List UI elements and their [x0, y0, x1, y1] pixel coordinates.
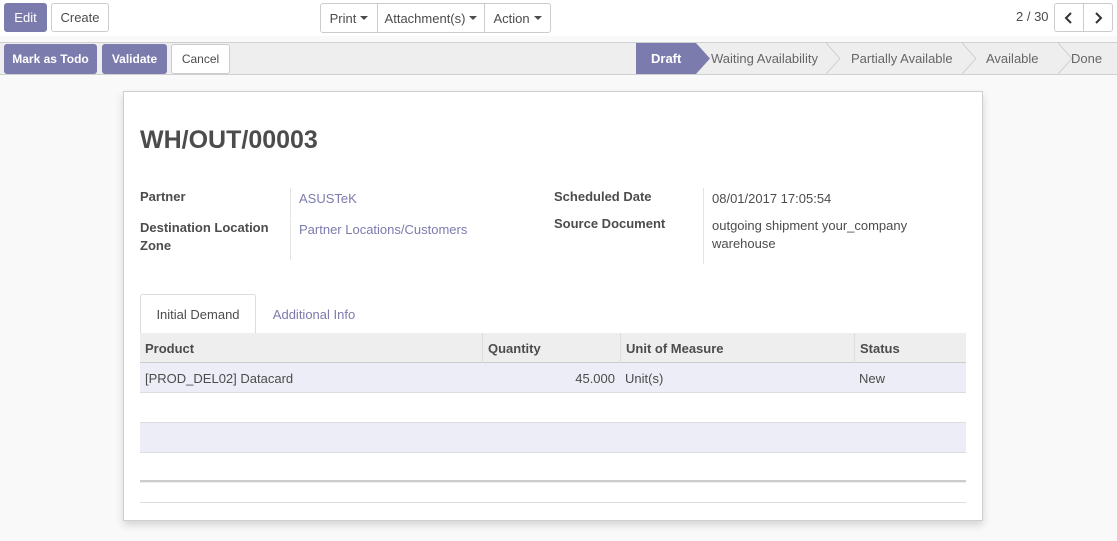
action-dropdown[interactable]: Action — [485, 4, 550, 32]
cell-status: New — [859, 370, 886, 386]
record-title: WH/OUT/00003 — [140, 126, 318, 154]
cancel-button[interactable]: Cancel — [171, 44, 230, 74]
column-header-product[interactable]: Product — [140, 333, 482, 363]
source-document-line1: outgoing shipment your_company — [712, 218, 908, 233]
source-document-value[interactable]: outgoing shipment your_company warehouse — [712, 217, 907, 253]
partner-label: Partner — [140, 189, 186, 204]
source-document-label: Source Document — [554, 216, 666, 231]
action-label: Action — [493, 10, 530, 26]
cell-quantity: 45.000 — [575, 370, 615, 386]
pager-value[interactable]: 2 / 30 — [1016, 9, 1049, 24]
scheduled-date-label: Scheduled Date — [554, 189, 652, 204]
destination-location-label-line1: Destination Location — [140, 220, 269, 235]
edit-button[interactable]: Edit — [4, 3, 47, 32]
mark-as-todo-button[interactable]: Mark as Todo — [4, 44, 97, 74]
tab-additional-info[interactable]: Additional Info — [260, 294, 368, 334]
sidebar-button-group: Print Attachment(s) Action — [320, 3, 551, 33]
stage-partially-available[interactable]: Partially Available — [851, 43, 966, 74]
field-divider — [703, 215, 704, 264]
column-header-unit-of-measure[interactable]: Unit of Measure — [620, 333, 854, 363]
table-row-empty — [140, 393, 966, 423]
destination-location-label: Destination Location Zone — [140, 219, 280, 255]
caret-down-icon — [360, 16, 369, 20]
field-divider — [290, 219, 291, 260]
column-header-quantity[interactable]: Quantity — [482, 333, 620, 363]
validate-button[interactable]: Validate — [102, 44, 167, 74]
stage-draft: Draft — [636, 43, 696, 74]
stage-available[interactable]: Available — [986, 43, 1056, 74]
form-statusbar: Mark as Todo Validate Cancel Draft Waiti… — [0, 42, 1117, 75]
print-label: Print — [329, 10, 357, 26]
control-panel: Edit Create Print Attachment(s) Action 2… — [0, 0, 1117, 36]
stage-arrow-icon — [826, 43, 840, 74]
stage-arrow-icon — [1058, 43, 1072, 74]
tab-initial-demand[interactable]: Initial Demand — [140, 294, 256, 334]
table-row-empty — [140, 453, 966, 483]
caret-down-icon — [469, 16, 478, 20]
destination-location-value[interactable]: Partner Locations/Customers — [299, 221, 467, 239]
table-header: Product Quantity Unit of Measure Status — [140, 333, 966, 363]
create-button[interactable]: Create — [51, 3, 109, 32]
column-header-status[interactable]: Status — [854, 333, 966, 363]
field-divider — [290, 188, 291, 218]
caret-down-icon — [533, 16, 542, 20]
destination-location-label-line2: Zone — [140, 238, 172, 253]
form-sheet: WH/OUT/00003 Partner ASUSTeK Destination… — [123, 91, 983, 521]
table-footer — [140, 480, 966, 483]
source-document-line2: warehouse — [712, 236, 776, 251]
cell-unit-of-measure: Unit(s) — [625, 370, 664, 386]
table-row[interactable]: [PROD_DEL02] Datacard 45.000 Unit(s) New — [140, 363, 966, 393]
pager-next-button[interactable] — [1083, 3, 1113, 32]
print-dropdown[interactable]: Print — [321, 4, 378, 32]
attachments-dropdown[interactable]: Attachment(s) — [378, 4, 485, 32]
scheduled-date-value[interactable]: 08/01/2017 17:05:54 — [712, 190, 831, 208]
stage-arrow-icon — [962, 43, 976, 74]
attachments-label: Attachment(s) — [384, 10, 466, 26]
table-row-empty — [140, 423, 966, 453]
stage-waiting-availability[interactable]: Waiting Availability — [711, 43, 836, 74]
chevron-right-icon — [1095, 11, 1103, 24]
cell-product: [PROD_DEL02] Datacard — [145, 370, 294, 386]
chevron-left-icon — [1064, 11, 1072, 24]
pager-previous-button[interactable] — [1054, 3, 1084, 32]
stage-done[interactable]: Done — [1071, 43, 1111, 74]
stage-arrow-icon — [696, 43, 710, 74]
table-bottom-line — [140, 502, 966, 503]
partner-value[interactable]: ASUSTeK — [299, 190, 357, 208]
field-divider — [703, 188, 704, 218]
